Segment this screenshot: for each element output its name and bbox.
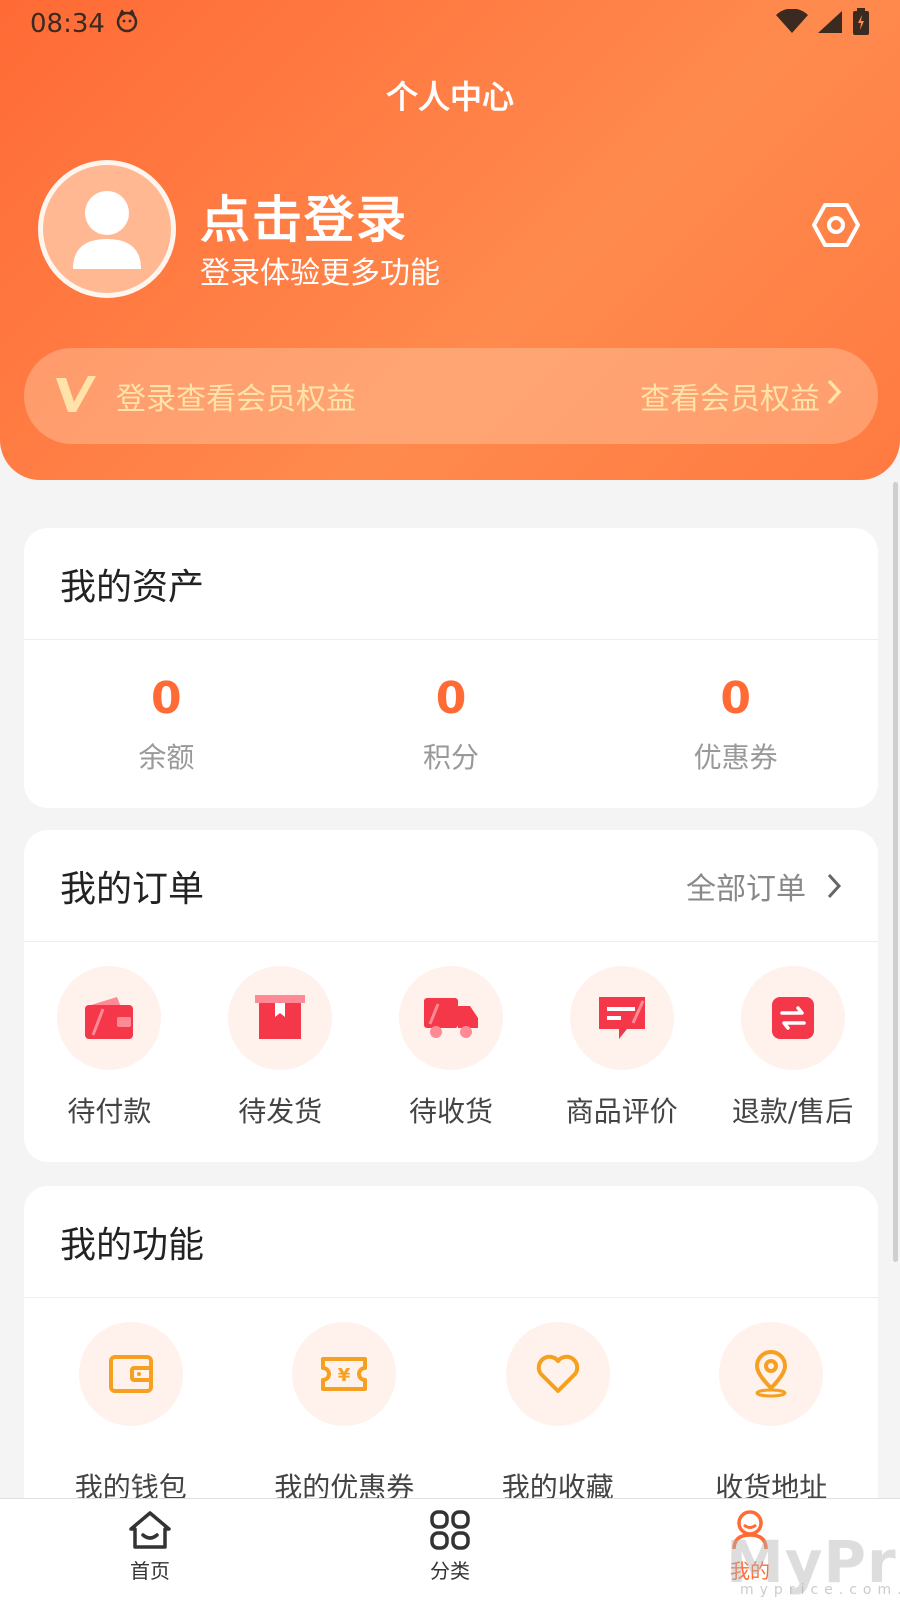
order-refund[interactable]: 退款/售后 <box>707 966 878 1130</box>
location-icon <box>755 1350 788 1398</box>
avatar[interactable] <box>38 160 176 298</box>
all-orders-link[interactable]: 全部订单 <box>686 864 842 908</box>
order-label: 商品评价 <box>565 1095 678 1128</box>
watermark-sub: myprice.com.cn <box>740 1582 900 1598</box>
order-label: 待付款 <box>67 1095 152 1128</box>
asset-label: 余额 <box>138 740 195 774</box>
func-coupons[interactable]: ¥ 我的优惠券 <box>238 1322 452 1506</box>
asset-value: 0 <box>720 672 751 724</box>
settings-button[interactable] <box>806 198 866 252</box>
signal-icon <box>816 9 844 39</box>
order-pending-receipt[interactable]: 待收货 <box>366 966 537 1130</box>
nav-label: 首页 <box>130 1559 170 1583</box>
asset-value: 0 <box>151 672 182 724</box>
order-pending-payment[interactable]: 待付款 <box>24 966 195 1130</box>
all-orders-label: 全部订单 <box>686 871 806 907</box>
functions-title: 我的功能 <box>60 1224 205 1266</box>
settings-icon <box>812 203 860 247</box>
battery-icon <box>852 8 870 40</box>
func-address[interactable]: 收货地址 <box>665 1322 879 1506</box>
scrollbar[interactable] <box>893 482 898 1262</box>
orders-card-header: 我的订单 全部订单 <box>24 830 878 942</box>
heart-icon <box>536 1354 579 1393</box>
refund-icon <box>771 997 814 1039</box>
nav-label: 分类 <box>430 1559 470 1583</box>
login-title[interactable]: 点击登录 <box>200 180 408 252</box>
func-wallet[interactable]: 我的钱包 <box>24 1322 238 1506</box>
asset-value: 0 <box>435 672 467 724</box>
status-time: 08:34 <box>30 9 105 39</box>
wallet-icon <box>85 997 134 1039</box>
asset-balance[interactable]: 0 余额 <box>24 673 309 776</box>
notification-cat-icon <box>115 8 139 40</box>
assets-card-header: 我的资产 <box>24 528 878 640</box>
member-text: 登录查看会员权益 <box>116 382 356 417</box>
member-benefits-bar[interactable]: 登录查看会员权益 查看会员权益 <box>24 348 878 444</box>
order-label: 退款/售后 <box>731 1095 854 1128</box>
nav-category[interactable]: 分类 <box>300 1499 600 1600</box>
package-icon <box>255 995 306 1039</box>
orders-card: 我的订单 全部订单 待付款 待发货 待收货 商品评价 退款/售后 <box>24 830 878 1162</box>
asset-points[interactable]: 0 积分 <box>309 673 594 776</box>
profile-header: 08:34 个人中心 点击登录 登录体验更多功能 登录查看会员权益 查看会员权益 <box>0 0 900 480</box>
coupon-icon: ¥ <box>321 1357 368 1391</box>
assets-card: 我的资产 0 余额 0 积分 0 优惠券 <box>24 528 878 808</box>
svg-text:¥: ¥ <box>338 1365 351 1386</box>
orders-title: 我的订单 <box>60 868 205 910</box>
login-subtitle: 登录体验更多功能 <box>200 256 440 291</box>
functions-card-header: 我的功能 <box>24 1186 878 1298</box>
order-label: 待收货 <box>408 1095 493 1128</box>
status-bar: 08:34 <box>0 0 900 48</box>
vip-v-icon <box>54 374 98 418</box>
home-icon <box>129 1511 171 1549</box>
chevron-right-icon <box>826 378 842 414</box>
order-label: 待发货 <box>238 1095 323 1128</box>
wifi-icon <box>776 8 808 39</box>
grid-icon <box>430 1510 470 1550</box>
view-benefits-link[interactable]: 查看会员权益 <box>640 374 842 418</box>
nav-home[interactable]: 首页 <box>0 1499 300 1600</box>
page-title: 个人中心 <box>385 78 514 116</box>
asset-coupons[interactable]: 0 优惠券 <box>593 673 878 776</box>
truck-icon <box>423 998 478 1038</box>
asset-label: 优惠券 <box>693 740 778 774</box>
user-avatar-icon <box>73 191 141 269</box>
wallet-icon <box>108 1355 153 1393</box>
asset-label: 积分 <box>423 740 480 774</box>
chevron-right-icon <box>827 873 842 898</box>
order-pending-shipment[interactable]: 待发货 <box>195 966 366 1130</box>
functions-card: 我的功能 我的钱包 ¥ 我的优惠券 我的收藏 收货地址 <box>24 1186 878 1526</box>
view-benefits-label: 查看会员权益 <box>640 382 820 417</box>
order-review[interactable]: 商品评价 <box>536 966 707 1130</box>
comment-icon <box>598 997 645 1039</box>
assets-title: 我的资产 <box>60 566 205 608</box>
func-favorites[interactable]: 我的收藏 <box>451 1322 665 1506</box>
